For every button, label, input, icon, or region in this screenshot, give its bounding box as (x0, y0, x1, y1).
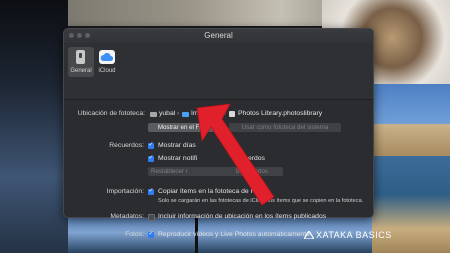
watermark-text: XATAKA BASICS (316, 230, 392, 240)
annotation-arrow-icon (196, 103, 275, 206)
xataka-logo-icon (304, 231, 314, 239)
